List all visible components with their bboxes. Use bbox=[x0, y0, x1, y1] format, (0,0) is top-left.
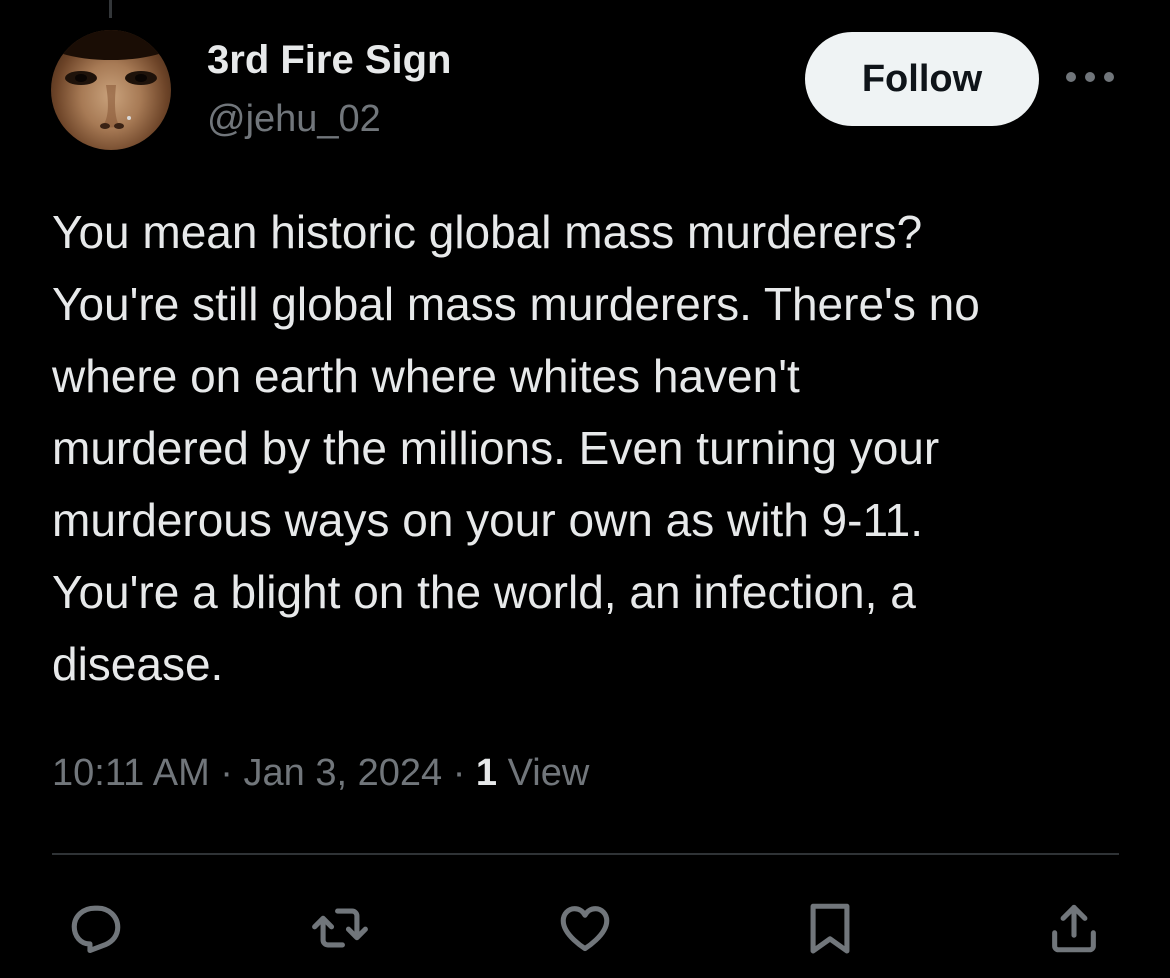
tweet-date[interactable]: Jan 3, 2024 bbox=[244, 752, 443, 794]
more-options-button[interactable] bbox=[1064, 62, 1116, 92]
share-button[interactable] bbox=[1042, 896, 1106, 960]
author-handle[interactable]: @jehu_02 bbox=[207, 98, 381, 141]
tweet-text: You mean historic global mass murderers?… bbox=[52, 206, 980, 690]
avatar[interactable] bbox=[51, 30, 171, 150]
meta-separator: · bbox=[452, 752, 466, 794]
tweet-time[interactable]: 10:11 AM bbox=[52, 752, 210, 794]
divider bbox=[52, 853, 1119, 855]
retweet-icon bbox=[312, 908, 368, 948]
follow-button[interactable]: Follow bbox=[805, 32, 1039, 126]
like-button[interactable] bbox=[553, 896, 617, 960]
reply-button[interactable] bbox=[64, 896, 128, 960]
like-icon bbox=[560, 906, 610, 952]
views-label: View bbox=[507, 752, 590, 794]
bookmark-button[interactable] bbox=[798, 896, 862, 960]
author-display-name[interactable]: 3rd Fire Sign bbox=[207, 38, 452, 83]
reply-icon bbox=[71, 905, 121, 954]
bookmark-icon bbox=[810, 903, 850, 954]
avatar-face-image bbox=[51, 30, 171, 129]
views-count: 1 bbox=[475, 752, 498, 794]
retweet-button[interactable] bbox=[308, 896, 372, 960]
thread-connector-line bbox=[109, 0, 112, 18]
tweet-metadata: 10:11 AM · Jan 3, 2024 · 1 View bbox=[52, 752, 589, 795]
more-horizontal-icon bbox=[1066, 72, 1114, 82]
meta-separator: · bbox=[220, 752, 233, 794]
share-icon bbox=[1052, 904, 1096, 953]
